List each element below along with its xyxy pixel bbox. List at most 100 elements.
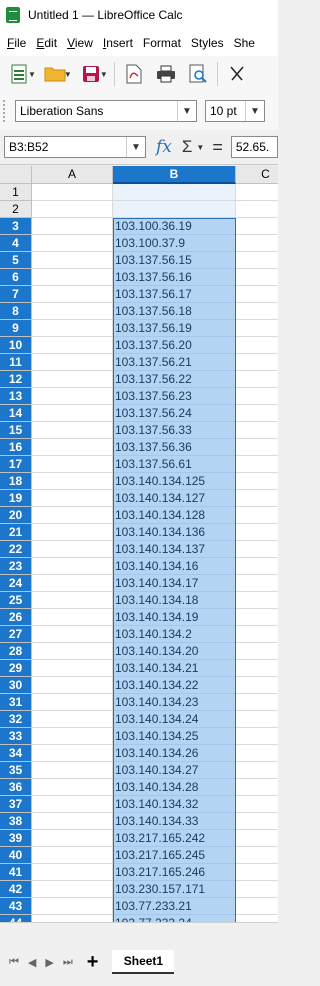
cell-a39[interactable]	[32, 830, 113, 847]
row-header[interactable]: 8	[0, 303, 32, 320]
row-header[interactable]: 31	[0, 694, 32, 711]
cell-a41[interactable]	[32, 864, 113, 881]
prev-sheet-icon[interactable]: ◀	[28, 956, 36, 969]
row-header[interactable]: 20	[0, 507, 32, 524]
cell-b18[interactable]: 103.140.134.125	[113, 473, 236, 490]
row-header[interactable]: 9	[0, 320, 32, 337]
cell-c26[interactable]	[236, 609, 278, 626]
cell-b11[interactable]: 103.137.56.21	[113, 354, 236, 371]
cell-b31[interactable]: 103.140.134.23	[113, 694, 236, 711]
cell-b25[interactable]: 103.140.134.18	[113, 592, 236, 609]
cell-b44[interactable]: 103.77.233.24	[113, 915, 236, 922]
cell-b20[interactable]: 103.140.134.128	[113, 507, 236, 524]
cell-b10[interactable]: 103.137.56.20	[113, 337, 236, 354]
cell-c20[interactable]	[236, 507, 278, 524]
row-header[interactable]: 24	[0, 575, 32, 592]
row-header[interactable]: 32	[0, 711, 32, 728]
cell-c43[interactable]	[236, 898, 278, 915]
row-header[interactable]: 17	[0, 456, 32, 473]
cell-a6[interactable]	[32, 269, 113, 286]
cell-c44[interactable]	[236, 915, 278, 922]
spreadsheet-grid[interactable]: ABC 1 2 3 103.100.36.19 4 103.100.37.9 5 103.13…	[0, 166, 278, 922]
cell-a3[interactable]	[32, 218, 113, 235]
cell-a7[interactable]	[32, 286, 113, 303]
row-header[interactable]: 19	[0, 490, 32, 507]
row-header[interactable]: 15	[0, 422, 32, 439]
row-header[interactable]: 22	[0, 541, 32, 558]
cell-a25[interactable]	[32, 592, 113, 609]
cell-c16[interactable]	[236, 439, 278, 456]
cell-a35[interactable]	[32, 762, 113, 779]
row-header[interactable]: 38	[0, 813, 32, 830]
row-header[interactable]: 28	[0, 643, 32, 660]
cell-a26[interactable]	[32, 609, 113, 626]
cell-a15[interactable]	[32, 422, 113, 439]
cell-b37[interactable]: 103.140.134.32	[113, 796, 236, 813]
menu-item-styles[interactable]: Styles	[191, 36, 224, 50]
row-header[interactable]: 27	[0, 626, 32, 643]
save-dropdown-icon[interactable]: ▼	[100, 70, 108, 79]
cell-a37[interactable]	[32, 796, 113, 813]
cell-c4[interactable]	[236, 235, 278, 252]
print-icon[interactable]	[153, 61, 179, 87]
cell-a43[interactable]	[32, 898, 113, 915]
cell-a20[interactable]	[32, 507, 113, 524]
cell-c2[interactable]	[236, 201, 278, 218]
print-preview-icon[interactable]	[185, 61, 211, 87]
row-header[interactable]: 41	[0, 864, 32, 881]
cell-c21[interactable]	[236, 524, 278, 541]
cell-b2[interactable]	[113, 201, 236, 218]
sheet-tab[interactable]: Sheet1	[112, 950, 175, 974]
cell-a29[interactable]	[32, 660, 113, 677]
cell-c18[interactable]	[236, 473, 278, 490]
cell-c34[interactable]	[236, 745, 278, 762]
last-sheet-icon[interactable]: ⏭	[63, 956, 73, 969]
row-header[interactable]: 7	[0, 286, 32, 303]
chevron-down-icon[interactable]: ▼	[245, 101, 264, 121]
add-sheet-icon[interactable]: +	[87, 951, 99, 974]
cell-b3[interactable]: 103.100.36.19	[113, 218, 236, 235]
menu-item-she[interactable]: She	[234, 36, 255, 50]
sum-dropdown-icon[interactable]: ▼	[196, 143, 204, 152]
row-header[interactable]: 18	[0, 473, 32, 490]
row-header[interactable]: 16	[0, 439, 32, 456]
cell-c5[interactable]	[236, 252, 278, 269]
cell-c29[interactable]	[236, 660, 278, 677]
cell-c42[interactable]	[236, 881, 278, 898]
cell-b6[interactable]: 103.137.56.16	[113, 269, 236, 286]
cell-c38[interactable]	[236, 813, 278, 830]
cell-a30[interactable]	[32, 677, 113, 694]
row-header[interactable]: 43	[0, 898, 32, 915]
cell-b22[interactable]: 103.140.134.137	[113, 541, 236, 558]
cell-a8[interactable]	[32, 303, 113, 320]
cell-a10[interactable]	[32, 337, 113, 354]
export-pdf-icon[interactable]	[121, 61, 147, 87]
cell-a28[interactable]	[32, 643, 113, 660]
menu-item-format[interactable]: Format	[143, 36, 181, 50]
cell-c31[interactable]	[236, 694, 278, 711]
row-header[interactable]: 44	[0, 915, 32, 922]
cell-a31[interactable]	[32, 694, 113, 711]
cell-b38[interactable]: 103.140.134.33	[113, 813, 236, 830]
open-dropdown-icon[interactable]: ▼	[64, 70, 72, 79]
cell-c41[interactable]	[236, 864, 278, 881]
cell-a38[interactable]	[32, 813, 113, 830]
cell-a33[interactable]	[32, 728, 113, 745]
cell-a34[interactable]	[32, 745, 113, 762]
cell-a40[interactable]	[32, 847, 113, 864]
column-header-c[interactable]: C	[236, 166, 278, 184]
cell-b29[interactable]: 103.140.134.21	[113, 660, 236, 677]
row-header[interactable]: 23	[0, 558, 32, 575]
cell-a22[interactable]	[32, 541, 113, 558]
row-header[interactable]: 1	[0, 184, 32, 201]
cell-a19[interactable]	[32, 490, 113, 507]
row-header[interactable]: 5	[0, 252, 32, 269]
row-header[interactable]: 29	[0, 660, 32, 677]
cell-c40[interactable]	[236, 847, 278, 864]
row-header[interactable]: 3	[0, 218, 32, 235]
cell-b27[interactable]: 103.140.134.2	[113, 626, 236, 643]
cell-a9[interactable]	[32, 320, 113, 337]
cell-b23[interactable]: 103.140.134.16	[113, 558, 236, 575]
menu-item-file[interactable]: File	[7, 36, 26, 50]
first-sheet-icon[interactable]: ⏮	[9, 956, 19, 969]
